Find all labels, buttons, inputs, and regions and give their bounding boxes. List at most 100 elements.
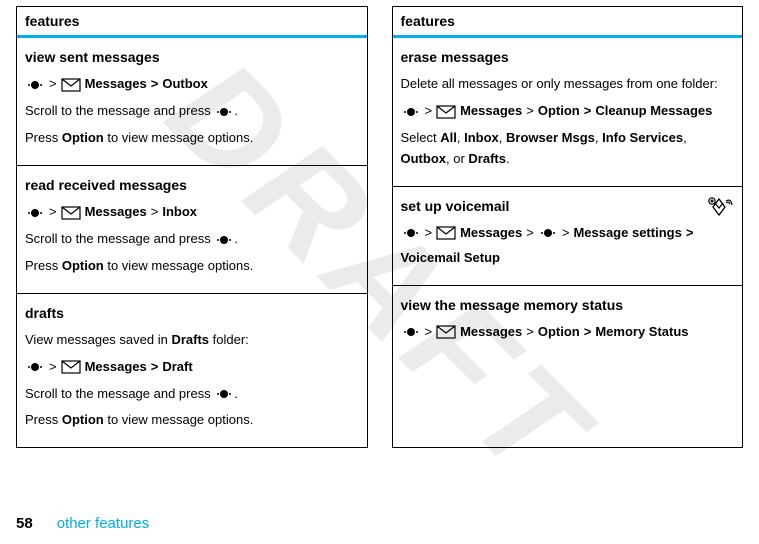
- center-select-icon: [25, 361, 45, 373]
- instruction-line: Scroll to the message and press .: [25, 384, 359, 405]
- nav-path: > Messages > Draft: [25, 357, 359, 378]
- sep: >: [49, 357, 57, 378]
- text: folder:: [209, 332, 249, 347]
- sep: >: [425, 101, 433, 122]
- content-columns: features view sent messages > Messages >…: [0, 0, 759, 448]
- center-select-icon: [401, 227, 421, 239]
- sep: >: [49, 202, 57, 223]
- path-messages: Messages: [85, 357, 147, 378]
- envelope-icon: [436, 325, 456, 339]
- nav-path: > Messages > Option > Memory Status: [401, 322, 735, 343]
- center-select-icon: [214, 234, 234, 246]
- softkey-label: Option: [62, 412, 104, 427]
- text: Press: [25, 130, 62, 145]
- envelope-icon: [61, 206, 81, 220]
- folder-name: Drafts: [171, 332, 209, 347]
- intro-line: View messages saved in Drafts folder:: [25, 330, 359, 351]
- sep: >: [686, 223, 694, 244]
- path-messages: Messages: [460, 223, 522, 244]
- network-feature-icon: [704, 193, 734, 223]
- text: .: [234, 386, 238, 401]
- sep: >: [562, 223, 570, 244]
- sep: >: [49, 74, 57, 95]
- instruction-line: Press Option to view message options.: [25, 256, 359, 277]
- sep: >: [526, 223, 534, 244]
- text: Scroll to the message and press: [25, 231, 214, 246]
- nav-path: > Messages > Option > Cleanup Messages: [401, 101, 735, 122]
- footer-section-label: other features: [57, 515, 150, 532]
- sep: >: [584, 101, 592, 122]
- section-title: view sent messages: [25, 46, 359, 68]
- sep: >: [425, 223, 433, 244]
- center-select-icon: [401, 106, 421, 118]
- nav-path: > Messages > Outbox: [25, 74, 359, 95]
- path-messages: Messages: [85, 202, 147, 223]
- intro-line: Delete all messages or only messages fro…: [401, 74, 735, 95]
- section-title: view the message memory status: [401, 294, 735, 316]
- section-read-received: read received messages > Messages > Inbo…: [17, 166, 367, 294]
- text: , or: [446, 151, 468, 166]
- instruction-line: Scroll to the message and press .: [25, 229, 359, 250]
- envelope-icon: [61, 360, 81, 374]
- sep: >: [151, 202, 159, 223]
- sep: >: [151, 357, 159, 378]
- section-title: drafts: [25, 302, 359, 324]
- section-erase: erase messages Delete all messages or on…: [393, 38, 743, 187]
- path-dest: Inbox: [162, 202, 197, 223]
- sep: >: [584, 322, 592, 343]
- section-title: set up voicemail: [401, 195, 735, 217]
- envelope-icon: [436, 105, 456, 119]
- text: Scroll to the message and press: [25, 103, 214, 118]
- text: Press: [25, 412, 62, 427]
- left-header: features: [17, 7, 367, 38]
- softkey-label: Option: [62, 130, 104, 145]
- nav-path: > Messages > > Message settings > Voicem…: [401, 223, 701, 269]
- path-dest: Cleanup Messages: [595, 101, 712, 122]
- path-dest: Memory Status: [595, 322, 688, 343]
- section-view-sent: view sent messages > Messages > Outbox S…: [17, 38, 367, 166]
- nav-path: > Messages > Inbox: [25, 202, 359, 223]
- path-dest: Draft: [162, 357, 192, 378]
- opt: All: [440, 130, 457, 145]
- text: .: [234, 231, 238, 246]
- envelope-icon: [436, 226, 456, 240]
- center-select-icon: [214, 388, 234, 400]
- page-number: 58: [16, 515, 33, 532]
- sep: >: [425, 322, 433, 343]
- center-select-icon: [25, 79, 45, 91]
- text: to view message options.: [104, 130, 254, 145]
- sep: >: [526, 101, 534, 122]
- left-column: features view sent messages > Messages >…: [16, 6, 368, 448]
- center-select-icon: [538, 227, 558, 239]
- path-messages: Messages: [460, 101, 522, 122]
- softkey-label: Option: [62, 258, 104, 273]
- path-messages: Messages: [460, 322, 522, 343]
- section-title: read received messages: [25, 174, 359, 196]
- right-header: features: [393, 7, 743, 38]
- text: .: [506, 151, 510, 166]
- instruction-line: Press Option to view message options.: [25, 128, 359, 149]
- section-memory-status: view the message memory status > Message…: [393, 286, 743, 359]
- section-voicemail: set up voicemail > Messages > > Message …: [393, 187, 743, 286]
- path-dest: Voicemail Setup: [401, 248, 500, 269]
- text: Press: [25, 258, 62, 273]
- opt: Browser Msgs: [506, 130, 595, 145]
- opt: Inbox: [464, 130, 499, 145]
- text: ,: [683, 130, 687, 145]
- center-select-icon: [401, 326, 421, 338]
- text: Select: [401, 130, 441, 145]
- text: to view message options.: [104, 258, 254, 273]
- text: Scroll to the message and press: [25, 386, 214, 401]
- opt: Outbox: [401, 151, 447, 166]
- opt: Drafts: [468, 151, 506, 166]
- text: View messages saved in: [25, 332, 171, 347]
- sep: >: [151, 74, 159, 95]
- select-line: Select All, Inbox, Browser Msgs, Info Se…: [401, 128, 735, 170]
- opt: Info Services: [602, 130, 683, 145]
- center-select-icon: [214, 106, 234, 118]
- page-footer: 58 other features: [16, 515, 149, 532]
- sep: >: [526, 322, 534, 343]
- instruction-line: Press Option to view message options.: [25, 410, 359, 431]
- section-title: erase messages: [401, 46, 735, 68]
- text: .: [234, 103, 238, 118]
